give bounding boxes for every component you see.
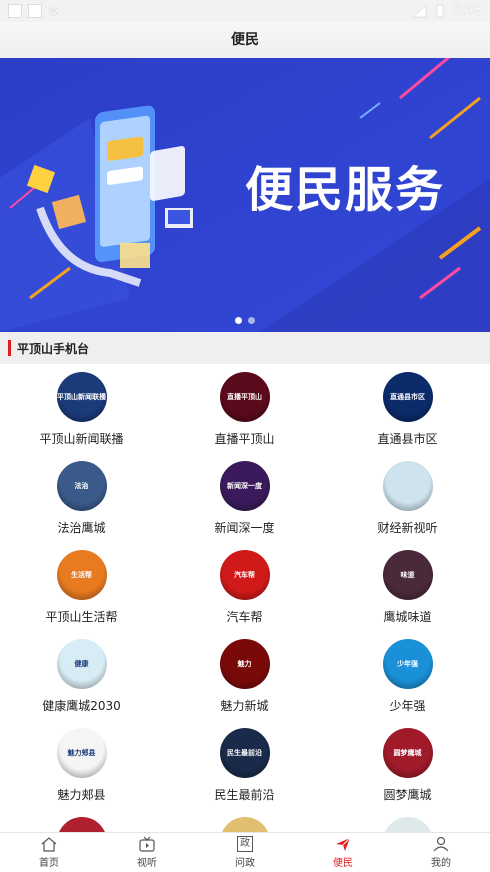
program-label: 直播平顶山 xyxy=(214,432,275,446)
banner-image: 便民服务 xyxy=(0,58,490,332)
notification-icon xyxy=(8,4,22,18)
battery-icon xyxy=(436,4,444,17)
program-label: 魅力郏县 xyxy=(57,788,106,802)
nav-home[interactable]: 首页 xyxy=(0,833,98,872)
nav-label: 问政 xyxy=(235,858,255,869)
program-label: 汽车帮 xyxy=(226,610,263,624)
banner-indicator xyxy=(235,317,255,324)
program-tile[interactable]: 民生最前沿 民生最前沿 xyxy=(163,720,326,809)
program-logo: 新闻深一度 xyxy=(219,461,270,511)
program-label: 直通县市区 xyxy=(377,432,438,446)
program-logo-text: 民生最前沿 xyxy=(227,749,262,757)
program-tile[interactable]: 圆梦鹰城 圆梦鹰城 xyxy=(326,720,489,809)
program-tile[interactable]: 新闻深一度 新闻深一度 xyxy=(163,453,326,542)
nav-label: 首页 xyxy=(39,858,59,869)
program-label: 健康鹰城2030 xyxy=(42,699,121,713)
status-icons-right: 5:48 xyxy=(413,3,482,18)
program-tile[interactable]: 魅力 魅力新城 xyxy=(163,631,326,720)
page-title: 便民 xyxy=(231,32,259,48)
program-label: 圆梦鹰城 xyxy=(383,788,432,802)
user-icon xyxy=(433,836,449,852)
section-accent-bar xyxy=(8,340,11,356)
program-grid: 平顶山新闻联播 平顶山新闻联播 直播平顶山 直播平顶山 直通县市区 直通县市区 法治 法治鹰城… xyxy=(0,364,490,872)
program-logo: 生活帮 xyxy=(56,550,107,600)
bottom-nav: 首页 视听 政 问政 便民 我的 xyxy=(0,832,490,872)
program-logo: 民生最前沿 xyxy=(219,728,270,778)
program-logo: 健康 xyxy=(56,639,107,689)
program-tile[interactable]: 汽车帮 汽车帮 xyxy=(163,542,326,631)
status-time: 5:48 xyxy=(452,3,482,18)
program-tile[interactable]: 少年强 少年强 xyxy=(326,631,489,720)
program-logo: 法治 xyxy=(56,461,107,511)
program-logo: 平顶山新闻联播 xyxy=(56,372,107,422)
program-tile[interactable]: 法治 法治鹰城 xyxy=(0,453,163,542)
program-logo: 魅力郏县 xyxy=(56,728,107,778)
program-logo-text: 直播平顶山 xyxy=(227,393,262,401)
program-logo: 圆梦鹰城 xyxy=(382,728,433,778)
program-logo-text: 平顶山新闻联播 xyxy=(57,393,106,401)
program-label: 民生最前沿 xyxy=(214,788,275,802)
program-logo-text: 圆梦鹰城 xyxy=(393,749,422,757)
program-logo-text: 味道 xyxy=(400,571,415,579)
program-logo-text: 魅力 xyxy=(237,660,252,668)
nav-label: 我的 xyxy=(431,858,451,869)
program-label: 平顶山新闻联播 xyxy=(39,432,124,446)
signal-icon xyxy=(413,3,427,17)
banner-dot-active[interactable] xyxy=(235,317,242,324)
program-logo-text: 魅力郏县 xyxy=(67,749,96,757)
program-logo-text: 健康 xyxy=(74,660,89,668)
tv-icon xyxy=(139,836,155,852)
banner-title: 便民服务 xyxy=(245,162,445,218)
program-logo-text: 少年强 xyxy=(397,660,418,668)
program-logo: 直播平顶山 xyxy=(219,372,270,422)
program-logo-text: 新闻深一度 xyxy=(227,482,262,490)
program-label: 新闻深一度 xyxy=(214,521,275,535)
program-tile[interactable]: 魅力郏县 魅力郏县 xyxy=(0,720,163,809)
home-icon xyxy=(41,837,57,852)
program-logo xyxy=(382,461,433,511)
program-logo-text: 生活帮 xyxy=(71,571,92,579)
settings-icon: ⚙ xyxy=(48,4,59,18)
program-logo: 味道 xyxy=(382,550,433,600)
nav-inquiry[interactable]: 政 问政 xyxy=(196,833,294,872)
program-tile[interactable]: 平顶山新闻联播 平顶山新闻联播 xyxy=(0,364,163,453)
program-label: 平顶山生活帮 xyxy=(45,610,118,624)
program-tile[interactable]: 味道 鹰城味道 xyxy=(326,542,489,631)
program-label: 鹰城味道 xyxy=(383,610,432,624)
send-icon xyxy=(336,837,351,851)
program-tile[interactable]: 生活帮 平顶山生活帮 xyxy=(0,542,163,631)
section-header: 平顶山手机台 xyxy=(0,332,490,364)
program-logo-text: 汽车帮 xyxy=(234,571,255,579)
nav-services[interactable]: 便民 xyxy=(294,833,392,872)
program-logo: 直通县市区 xyxy=(382,372,433,422)
nav-label: 便民 xyxy=(333,858,353,869)
notification-icon xyxy=(28,4,42,18)
banner-carousel[interactable]: 便民服务 xyxy=(0,58,490,332)
section-title: 平顶山手机台 xyxy=(17,341,90,356)
program-label: 魅力新城 xyxy=(220,699,269,713)
program-tile[interactable]: 直播平顶山 直播平顶山 xyxy=(163,364,326,453)
program-logo: 少年强 xyxy=(382,639,433,689)
nav-profile[interactable]: 我的 xyxy=(392,833,490,872)
banner-dot[interactable] xyxy=(248,317,255,324)
program-tile[interactable]: 直通县市区 直通县市区 xyxy=(326,364,489,453)
program-label: 财经新视听 xyxy=(377,521,438,535)
program-tile[interactable]: 健康健康鹰城2030 xyxy=(0,631,163,720)
program-logo: 魅力 xyxy=(219,639,270,689)
zheng-icon: 政 xyxy=(237,836,253,852)
status-bar: ⚙ 5:48 xyxy=(0,0,490,22)
program-logo: 汽车帮 xyxy=(219,550,270,600)
program-logo-text: 直通县市区 xyxy=(390,393,425,401)
program-logo-text: 法治 xyxy=(74,482,89,490)
status-icons-left: ⚙ xyxy=(8,4,62,18)
nav-label: 视听 xyxy=(137,858,157,869)
program-tile[interactable]: 财经新视听 xyxy=(326,453,489,542)
program-label: 少年强 xyxy=(389,699,426,713)
program-label: 法治鹰城 xyxy=(57,521,106,535)
title-bar: 便民 xyxy=(0,22,490,58)
nav-media[interactable]: 视听 xyxy=(98,833,196,872)
